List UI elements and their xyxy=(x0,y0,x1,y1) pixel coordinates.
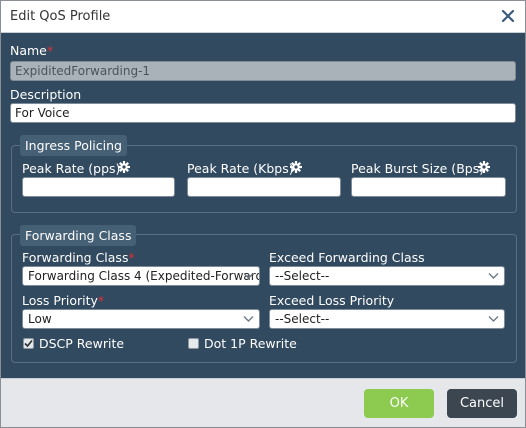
cancel-button[interactable]: Cancel xyxy=(447,389,517,418)
ingress-policing-legend: Ingress Policing xyxy=(20,135,127,156)
loss-priority-select[interactable]: Low xyxy=(22,309,260,329)
dot1p-rewrite-checkbox[interactable] xyxy=(188,338,199,349)
required-marker: * xyxy=(97,293,105,308)
peak-rate-kbps-label: Peak Rate (Kbps) xyxy=(187,161,294,176)
forwarding-class-label: Forwarding Class* xyxy=(22,250,135,265)
close-icon[interactable] xyxy=(499,7,517,25)
exceed-forwarding-class-value: --Select-- xyxy=(275,269,330,283)
peak-rate-pps-input[interactable] xyxy=(22,177,175,197)
exceed-loss-priority-value: --Select-- xyxy=(275,312,330,326)
name-input[interactable]: ExpiditedForwarding-1 xyxy=(10,61,516,81)
exceed-loss-priority-select[interactable]: --Select-- xyxy=(269,309,505,329)
gear-icon[interactable] xyxy=(478,161,490,173)
chevron-down-icon xyxy=(243,316,254,322)
dialog-title: Edit QoS Profile xyxy=(10,9,111,24)
required-marker: * xyxy=(128,250,135,265)
exceed-forwarding-class-label: Exceed Forwarding Class xyxy=(269,250,425,265)
peak-burst-size-input[interactable] xyxy=(351,177,506,197)
gear-icon[interactable] xyxy=(290,161,302,173)
checkmark-icon xyxy=(24,339,33,348)
edit-qos-profile-dialog: Edit QoS Profile Name* ExpiditedForwardi… xyxy=(0,0,526,428)
chevron-down-icon xyxy=(243,273,254,279)
peak-rate-kbps-input[interactable] xyxy=(187,177,341,197)
description-label: Description xyxy=(10,87,82,102)
forwarding-class-select[interactable]: Forwarding Class 4 (Expedited-Forwarding… xyxy=(22,266,260,286)
loss-priority-value: Low xyxy=(28,312,52,326)
gear-icon[interactable] xyxy=(118,161,130,173)
chevron-down-icon xyxy=(488,316,499,322)
dialog-footer: OK Cancel xyxy=(1,378,525,427)
chevron-down-icon xyxy=(488,273,499,279)
exceed-forwarding-class-select[interactable]: --Select-- xyxy=(269,266,505,286)
dialog-titlebar: Edit QoS Profile xyxy=(1,1,525,33)
peak-rate-pps-label: Peak Rate (pps) xyxy=(22,161,121,176)
name-label: Name* xyxy=(10,43,54,58)
dscp-rewrite-label: DSCP Rewrite xyxy=(39,336,125,351)
dscp-rewrite-checkbox[interactable] xyxy=(23,338,34,349)
loss-priority-label: Loss Priority* xyxy=(22,293,105,308)
peak-burst-size-label: Peak Burst Size (Bps) xyxy=(351,161,485,176)
required-marker: * xyxy=(46,43,54,58)
forwarding-class-value: Forwarding Class 4 (Expedited-Forwarding… xyxy=(28,269,259,283)
dot1p-rewrite-label: Dot 1P Rewrite xyxy=(204,336,297,351)
ok-button[interactable]: OK xyxy=(364,389,434,418)
description-input[interactable]: For Voice xyxy=(10,103,516,123)
forwarding-class-legend: Forwarding Class xyxy=(20,225,137,246)
exceed-loss-priority-label: Exceed Loss Priority xyxy=(269,293,395,308)
